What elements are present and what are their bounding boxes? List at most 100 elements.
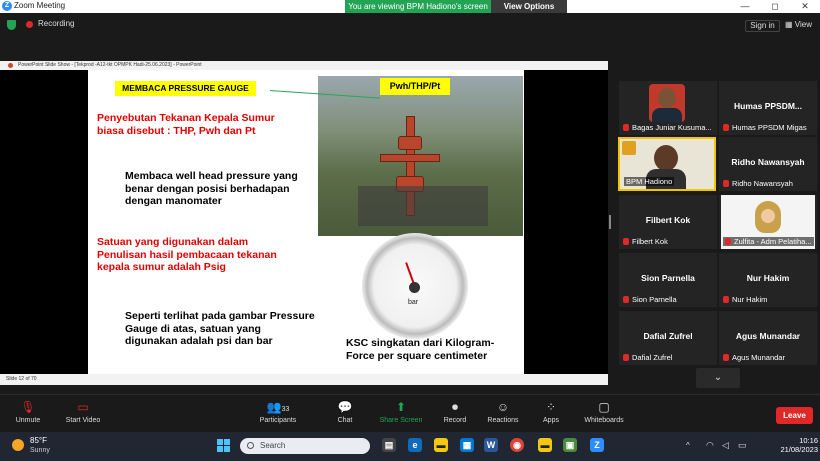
muted-mic-icon (723, 296, 729, 303)
apps-button[interactable]: ⁘ Apps (538, 400, 564, 424)
record-button[interactable]: ⏺ Record (440, 400, 470, 424)
slide-text-reading: Membaca well head pressure yang benar de… (125, 170, 298, 207)
wellhead-cellar (358, 186, 488, 226)
participant-name: BPM Hadiono (626, 177, 673, 186)
whiteboards-button[interactable]: ▢ Whiteboards (582, 400, 626, 424)
chat-button[interactable]: 💬 Chat (330, 400, 360, 424)
slide-text-psig: Satuan yang digunakan dalam Penulisan ha… (97, 236, 277, 273)
edge-browser-icon[interactable]: e (408, 438, 422, 452)
start-video-label: Start Video (65, 417, 101, 424)
participant-tile-active-speaker[interactable]: BPM Hadiono (618, 137, 716, 191)
taskbar-search-box[interactable]: Search (240, 438, 370, 454)
photos-icon[interactable]: ▣ (563, 438, 577, 452)
participant-name: Nur Hakim (732, 295, 768, 304)
close-button[interactable]: ✕ (790, 0, 820, 13)
folder-icon[interactable]: ▬ (434, 438, 448, 452)
zoom-taskbar-icon[interactable]: Z (590, 438, 604, 452)
powerpoint-title-bar: PowerPoint Slide Show - [Tekprod -A12-tk… (0, 61, 608, 70)
maximize-button[interactable]: ◻ (760, 0, 790, 13)
powerpoint-title: PowerPoint Slide Show - [Tekprod -A12-tk… (18, 62, 202, 68)
gallery-next-page-button[interactable]: ⌄ (696, 368, 740, 388)
reactions-icon: ☺ (496, 400, 510, 414)
file-explorer-icon[interactable]: ▤ (382, 438, 396, 452)
person-body (652, 108, 682, 122)
person-head (654, 145, 678, 171)
reactions-button[interactable]: ☺ Reactions (484, 400, 522, 424)
security-shield-icon[interactable] (7, 20, 16, 30)
word-icon[interactable]: W (484, 438, 498, 452)
person-face (761, 209, 775, 223)
wellhead-valve (398, 136, 422, 150)
slide-letterbox-left (0, 70, 88, 374)
participant-tile[interactable]: Ridho Nawansyah Ridho Nawansyah (719, 137, 817, 191)
participant-label: Ridho Nawansyah (723, 179, 793, 188)
participant-name: Dafial Zufrel (632, 353, 673, 362)
unmute-button[interactable]: 🎙 Unmute (10, 400, 46, 424)
gauge-unit-label: bar (408, 299, 419, 306)
muted-mic-icon (723, 354, 729, 361)
participant-name: Sion Parnella (632, 295, 677, 304)
whiteboards-label: Whiteboards (584, 417, 624, 424)
participant-name: Agus Munandar (732, 353, 785, 362)
share-screen-button[interactable]: ⬆ Share Screen (378, 400, 424, 424)
leave-button[interactable]: Leave (776, 407, 813, 424)
chrome-icon[interactable]: ◉ (510, 438, 524, 452)
participant-name: Humas PPSDM Migas (732, 123, 807, 132)
participant-tile[interactable]: Agus Munandar Agus Munandar (719, 311, 817, 365)
weather-condition[interactable]: Sunny (30, 447, 50, 454)
recording-dot-icon (26, 21, 33, 28)
participant-tile[interactable]: Sion Parnella Sion Parnella (619, 253, 717, 307)
windows-start-icon[interactable] (217, 439, 230, 452)
participant-display-name: Dafial Zufrel (643, 331, 693, 341)
muted-mic-icon (723, 180, 729, 187)
participants-count: 33 (281, 406, 290, 413)
taskbar-clock[interactable]: 10:16 21/08/2023 (776, 436, 818, 454)
window-controls: — ◻ ✕ (730, 0, 820, 13)
participant-label: Agus Munandar (723, 353, 785, 362)
video-off-icon: ▭ (77, 400, 89, 414)
chat-icon: 💬 (337, 400, 353, 414)
view-options-button[interactable]: View Options (491, 0, 567, 13)
clock-time: 10:16 (799, 436, 818, 445)
view-button[interactable]: ▦ View (785, 20, 812, 29)
wifi-icon[interactable]: ◠ (706, 440, 714, 451)
participant-tile[interactable]: Bagas Juniar Kusuma... (619, 81, 717, 135)
sun-icon[interactable] (12, 439, 24, 451)
participants-button[interactable]: 👥33 Participants (255, 400, 301, 424)
battery-icon[interactable]: ▭ (738, 440, 747, 451)
wellhead-photo (318, 76, 523, 236)
participant-label: Dafial Zufrel (623, 353, 672, 362)
participant-display-name: Nur Hakim (746, 273, 790, 283)
wellhead-pipe (380, 154, 440, 162)
presentation-slide: MEMBACA PRESSURE GAUGE Pwh/THP/Pt Penyeb… (88, 70, 524, 374)
participant-tile[interactable]: Humas PPSDM... Humas PPSDM Migas (719, 81, 817, 135)
muted-mic-icon (623, 124, 629, 131)
participant-label: Sion Parnella (623, 295, 677, 304)
volume-icon[interactable]: ◁ (722, 440, 729, 451)
explorer-folder-icon[interactable]: ▬ (538, 438, 552, 452)
participant-tile[interactable]: Filbert Kok Filbert Kok (619, 195, 717, 249)
sign-in-button[interactable]: Sign in (745, 20, 780, 32)
share-screen-label: Share Screen (379, 417, 423, 424)
weather-temperature[interactable]: 85°F (30, 436, 47, 445)
participant-tile[interactable]: Zulfita - Adm Pelatiha... (719, 195, 817, 249)
participant-tile[interactable]: Nur Hakim Nur Hakim (719, 253, 817, 307)
participant-label: Zulfita - Adm Pelatiha... (723, 237, 814, 246)
organization-logo (622, 141, 636, 155)
view-label: View (794, 20, 812, 29)
participant-tile[interactable]: Dafial Zufrel Dafial Zufrel (619, 311, 717, 365)
slideshow-status-bar: Slide 12 of 70 (0, 374, 608, 385)
start-video-button[interactable]: ▭ Start Video (60, 400, 106, 424)
minimize-button[interactable]: — (730, 0, 760, 13)
store-icon[interactable]: ▦ (460, 438, 474, 452)
pressure-gauge-image: bar (362, 233, 468, 339)
tray-chevron-icon[interactable]: ^ (686, 441, 690, 450)
participant-label: BPM Hadiono (624, 177, 675, 186)
participants-label: Participants (259, 417, 297, 424)
zoom-logo-icon: Z (2, 1, 12, 11)
participant-display-name: Sion Parnella (641, 273, 695, 283)
gauge-hub (409, 282, 420, 293)
record-label: Record (443, 417, 467, 424)
panel-resize-handle[interactable] (609, 215, 611, 229)
participant-display-name: Filbert Kok (645, 215, 691, 225)
